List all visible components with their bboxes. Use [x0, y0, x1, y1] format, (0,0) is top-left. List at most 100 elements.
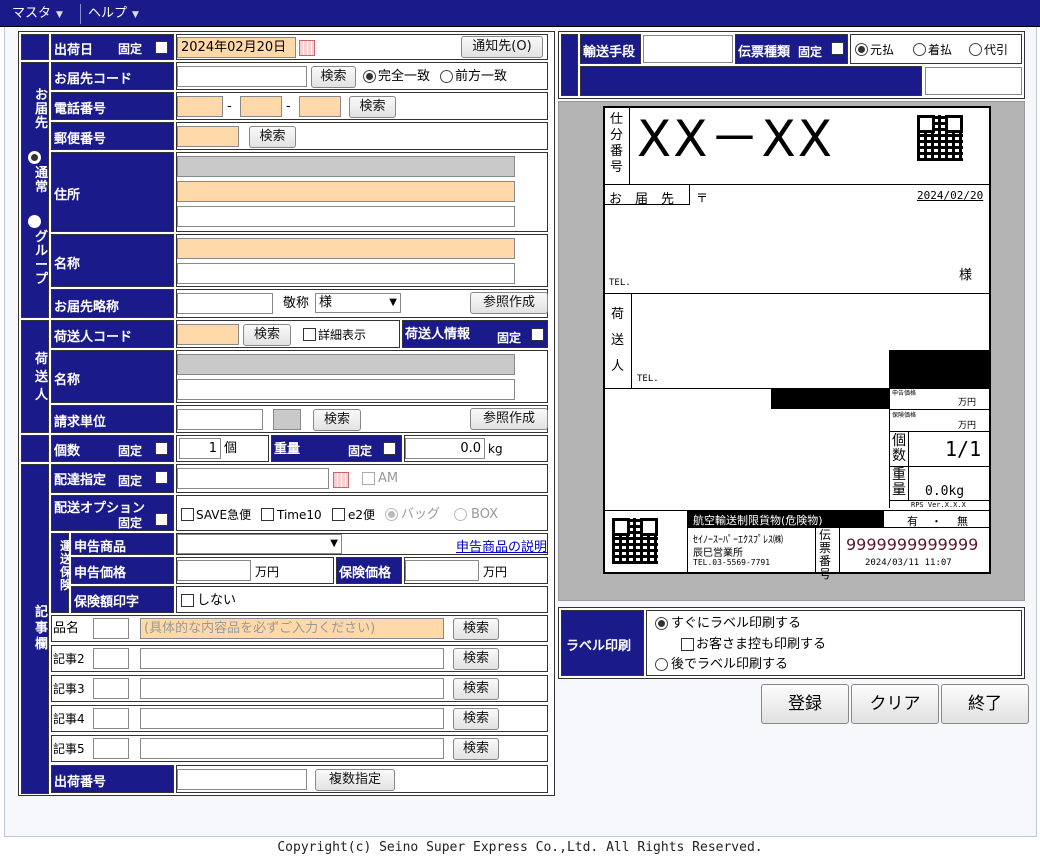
decl-price-input[interactable]	[177, 560, 251, 581]
note-row-3: 記事3 検索	[51, 675, 548, 702]
dest-ref-button[interactable]: 参照作成	[470, 292, 548, 314]
calendar-icon[interactable]	[333, 472, 349, 488]
billing-input[interactable]	[177, 409, 263, 430]
sender-search-button[interactable]: 検索	[243, 324, 291, 346]
address-input-3[interactable]	[177, 206, 515, 227]
sender-name-input-1[interactable]	[177, 354, 515, 375]
print-later-radio[interactable]	[655, 658, 668, 671]
prefix-match-radio[interactable]	[440, 70, 453, 83]
note-code-input[interactable]	[93, 738, 129, 759]
dest-normal-radio[interactable]	[28, 151, 41, 164]
billing-label-cell: 請求単位	[51, 405, 174, 433]
dest-code-input[interactable]	[177, 66, 307, 87]
note-search-button[interactable]: 検索	[453, 678, 499, 700]
note-input[interactable]	[140, 678, 444, 699]
ship-date-input[interactable]: 2024年02月20日	[177, 37, 296, 58]
delivery-fixed-checkbox[interactable]	[155, 471, 168, 484]
address-input-2[interactable]	[177, 181, 515, 202]
dest-group-radio[interactable]	[28, 215, 41, 228]
decl-price-small: 申告価格	[892, 390, 917, 397]
note-search-button[interactable]: 検索	[453, 738, 499, 760]
decl-goods-select[interactable]: ▼	[177, 534, 342, 554]
print-copy-checkbox[interactable]	[681, 638, 694, 651]
billing-search-button[interactable]: 検索	[313, 409, 361, 431]
option-time10-checkbox[interactable]	[261, 508, 274, 521]
weight-input[interactable]: 0.0	[405, 438, 485, 459]
billing-ref-button[interactable]: 参照作成	[470, 408, 548, 430]
am-checkbox[interactable]	[362, 472, 375, 485]
note-code-input[interactable]	[93, 708, 129, 729]
ins-print-checkbox[interactable]	[181, 594, 194, 607]
prepaid-radio[interactable]	[855, 43, 868, 56]
cod-radio[interactable]	[969, 43, 982, 56]
count-unit: 個	[224, 441, 238, 456]
option-e2-checkbox[interactable]	[332, 508, 345, 521]
note-code-input[interactable]	[93, 648, 129, 669]
options-fixed-checkbox[interactable]	[155, 513, 168, 526]
item-input[interactable]: (具体的な内容品を必ずご入力ください)	[140, 618, 444, 639]
dest-code-search-button[interactable]: 検索	[311, 66, 356, 88]
count-value-cell: 1 個	[176, 435, 269, 462]
dest-short-input[interactable]	[177, 293, 273, 314]
phone-label-cell: 電話番号	[51, 92, 174, 120]
bag-radio[interactable]	[385, 508, 398, 521]
notify-button[interactable]: 通知先(O)	[461, 36, 543, 58]
menu-help[interactable]: ヘルプ ▼	[82, 4, 139, 24]
note-row-4: 記事4 検索	[51, 705, 548, 732]
billing-sub-input[interactable]	[273, 409, 301, 430]
phone-search-button[interactable]: 検索	[349, 96, 396, 118]
sender-code-input[interactable]	[177, 324, 239, 345]
phone-input-2[interactable]	[240, 96, 282, 117]
multi-specify-button[interactable]: 複数指定	[315, 769, 395, 791]
decl-goods-help-link[interactable]: 申告商品の説明	[456, 536, 547, 555]
name-input-1[interactable]	[177, 238, 515, 259]
print-now-radio[interactable]	[655, 617, 668, 630]
box-radio[interactable]	[454, 508, 467, 521]
detail-checkbox[interactable]	[303, 328, 316, 341]
calendar-icon[interactable]	[299, 40, 315, 56]
exit-button[interactable]: 終了	[941, 684, 1029, 724]
count-value: 1/1	[945, 437, 982, 461]
sender-name-input-2[interactable]	[177, 379, 515, 400]
menu-separator	[80, 4, 81, 24]
count-fixed-checkbox[interactable]	[155, 442, 168, 455]
means-input[interactable]	[643, 35, 733, 63]
note-code-input[interactable]	[93, 678, 129, 699]
collect-radio[interactable]	[913, 43, 926, 56]
ship-no-input[interactable]	[177, 769, 307, 790]
phone-input-1[interactable]	[177, 96, 223, 117]
exact-match-radio[interactable]	[363, 70, 376, 83]
note-input[interactable]	[140, 708, 444, 729]
phone-input-3[interactable]	[299, 96, 341, 117]
note-search-button[interactable]: 検索	[453, 648, 499, 670]
transport-panel: 輸送手段 伝票種類 固定 元払 着払 代引	[558, 31, 1025, 99]
transport-extra-input[interactable]	[925, 67, 1022, 95]
address-input-1[interactable]	[177, 156, 515, 177]
address-value-cell	[176, 152, 548, 232]
item-search-button[interactable]: 検索	[453, 618, 499, 640]
slip-fixed-checkbox[interactable]	[831, 42, 844, 55]
honorific-select[interactable]: 様 ▼	[315, 293, 401, 313]
name-input-2[interactable]	[177, 263, 515, 284]
item-code-input[interactable]	[93, 618, 129, 639]
menu-master[interactable]: マスタ ▼	[6, 4, 63, 24]
weight-value: 0.0kg	[925, 484, 965, 499]
note-label: 記事2	[53, 652, 85, 666]
sender-label: 荷送人	[611, 307, 625, 374]
note-input[interactable]	[140, 648, 444, 669]
count-input[interactable]: 1	[179, 438, 221, 459]
label-line	[605, 184, 989, 185]
postal-search-button[interactable]: 検索	[249, 126, 296, 148]
note-search-button[interactable]: 検索	[453, 708, 499, 730]
note-input[interactable]	[140, 738, 444, 759]
ship-date-fixed-checkbox[interactable]	[155, 41, 168, 54]
sender-fixed-checkbox[interactable]	[531, 328, 544, 341]
postal-input[interactable]	[177, 126, 239, 147]
register-button[interactable]: 登録	[761, 684, 849, 724]
ins-price-input[interactable]	[405, 560, 479, 581]
weight-fixed-checkbox[interactable]	[383, 442, 396, 455]
delivery-input[interactable]	[177, 468, 329, 489]
clear-button[interactable]: クリア	[851, 684, 939, 724]
option-save-checkbox[interactable]	[181, 508, 194, 521]
print-options-cell: すぐにラベル印刷する お客さま控も印刷する 後でラベル印刷する	[646, 610, 1022, 676]
